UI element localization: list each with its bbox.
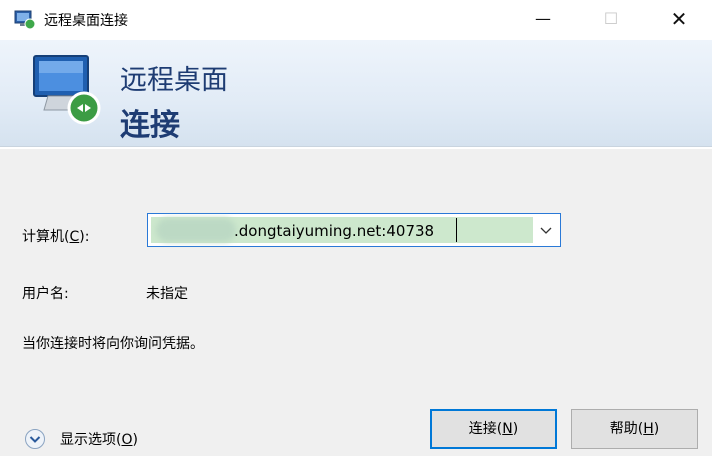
chevron-down-icon[interactable] [536, 218, 556, 242]
username-value: 未指定 [146, 286, 188, 302]
minimize-button[interactable]: — [520, 0, 566, 40]
rdp-monitor-icon [33, 55, 101, 125]
title-bar: 远程桌面连接 — ☐ ✕ [0, 0, 712, 40]
close-button[interactable]: ✕ [656, 0, 702, 40]
expand-options-icon[interactable] [24, 428, 46, 450]
maximize-button: ☐ [603, 9, 619, 28]
computer-label: 计算机(C): [22, 229, 90, 245]
computer-combobox[interactable]: .dongtaiyuming.net:40738 [147, 213, 561, 247]
text-cursor [456, 218, 457, 242]
banner-divider [0, 147, 712, 149]
show-options-label[interactable]: 显示选项(O) [60, 429, 138, 449]
rdp-app-icon [14, 10, 36, 30]
connect-button[interactable]: 连接(N) [430, 409, 557, 449]
credentials-hint: 当你连接时将向你询问凭据。 [22, 336, 204, 352]
header-banner: 远程桌面 连接 [0, 40, 712, 147]
help-button[interactable]: 帮助(H) [571, 409, 698, 449]
banner-title-line2: 连接 [120, 108, 180, 143]
computer-input[interactable]: .dongtaiyuming.net:40738 [234, 222, 434, 240]
window-title: 远程桌面连接 [44, 13, 128, 29]
banner-title-line1: 远程桌面 [120, 65, 228, 96]
username-label: 用户名: [22, 286, 69, 302]
redacted-hostname [156, 218, 236, 242]
